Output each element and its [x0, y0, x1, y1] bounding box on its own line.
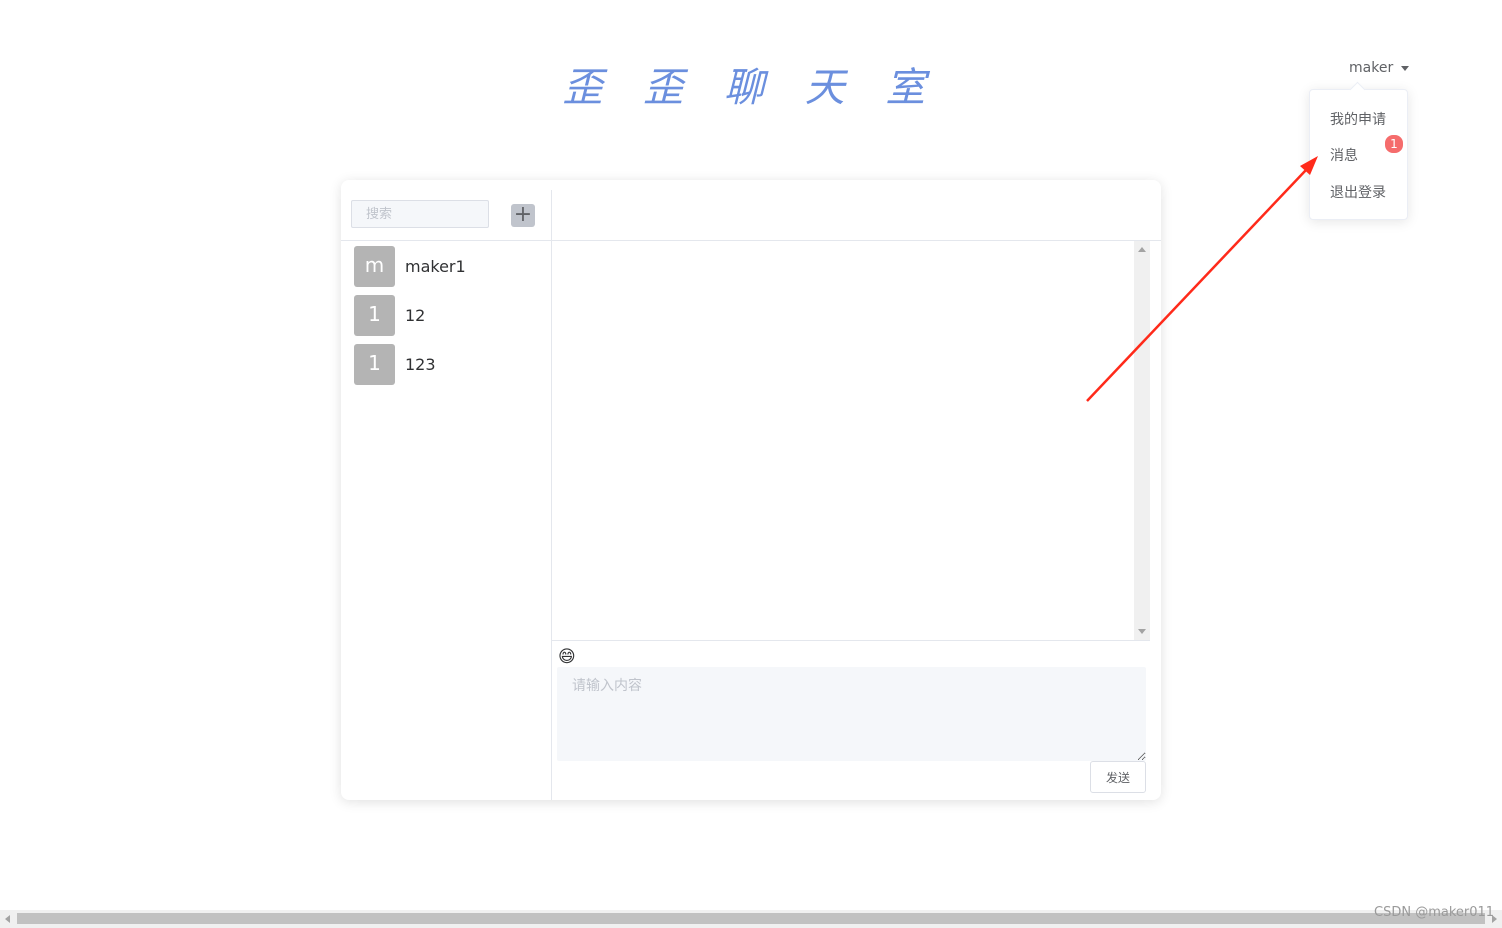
contact-item[interactable]: 1 12 — [354, 295, 539, 336]
message-scrollbar[interactable] — [1134, 241, 1150, 640]
message-area — [552, 241, 1150, 641]
scroll-up-arrow-icon[interactable] — [1138, 247, 1146, 252]
menu-item-logout[interactable]: 退出登录 — [1330, 182, 1386, 202]
menu-item-my-requests[interactable]: 我的申请 — [1330, 109, 1386, 129]
search-input[interactable] — [351, 200, 489, 228]
scroll-down-arrow-icon[interactable] — [1138, 629, 1146, 634]
menu-item-label: 我的申请 — [1330, 112, 1386, 128]
user-dropdown-menu: 我的申请 消息 1 退出登录 — [1309, 89, 1408, 220]
menu-item-messages[interactable]: 消息 1 — [1330, 134, 1404, 165]
send-button[interactable]: 发送 — [1090, 761, 1146, 793]
scroll-left-arrow-icon[interactable] — [5, 915, 10, 923]
contact-item[interactable]: 1 123 — [354, 344, 539, 385]
contact-name: 123 — [405, 355, 436, 374]
page: 歪 歪 聊 天 室 maker 我的申请 消息 1 退出登录 + m maker… — [0, 0, 1502, 928]
add-contact-button[interactable]: + — [511, 204, 535, 227]
contact-item[interactable]: m maker1 — [354, 246, 539, 287]
avatar: 1 — [354, 344, 395, 385]
menu-item-label: 消息 — [1330, 148, 1358, 164]
menu-item-label: 退出登录 — [1330, 185, 1386, 201]
caret-down-icon — [1401, 65, 1410, 71]
app-title: 歪 歪 聊 天 室 — [562, 65, 940, 111]
username-label: maker — [1349, 60, 1394, 76]
chat-card: + m maker1 1 12 1 123 😄 发送 — [341, 180, 1161, 800]
message-input[interactable] — [557, 667, 1146, 761]
contact-name: 12 — [405, 306, 426, 325]
chat-header — [552, 190, 1161, 241]
user-menu-trigger[interactable]: maker — [1349, 60, 1410, 76]
horizontal-scrollbar[interactable] — [0, 910, 1502, 928]
divider — [341, 240, 551, 241]
scrollbar-thumb[interactable] — [17, 913, 1485, 924]
contact-panel: + m maker1 1 12 1 123 — [341, 190, 552, 800]
avatar: 1 — [354, 295, 395, 336]
avatar: m — [354, 246, 395, 287]
unread-badge: 1 — [1384, 134, 1404, 154]
watermark: CSDN @maker011 — [1374, 905, 1495, 920]
emoji-picker-icon[interactable]: 😄 — [558, 647, 576, 667]
contact-name: maker1 — [405, 257, 466, 276]
